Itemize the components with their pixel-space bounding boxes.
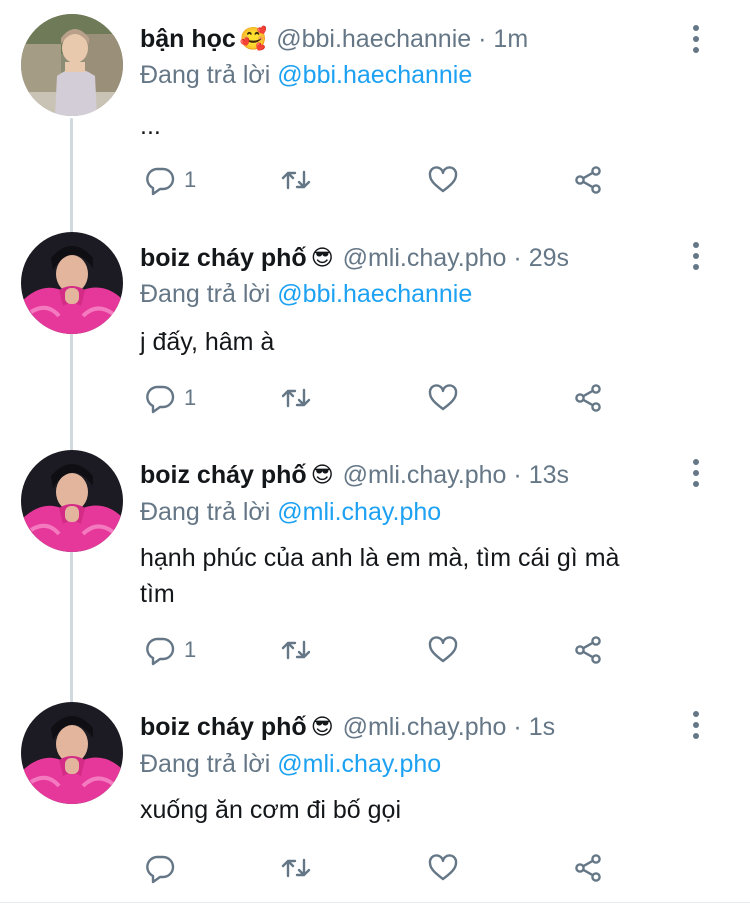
replying-to: Đang trả lời @mli.chay.pho — [140, 746, 441, 782]
share-button[interactable] — [572, 162, 604, 198]
replying-prefix: Đang trả lời — [140, 750, 271, 778]
share-button[interactable] — [572, 380, 604, 416]
reply-count: 1 — [184, 167, 197, 192]
tweet-text: xuống ăn cơm đi bố gọi — [140, 796, 401, 824]
separator: · — [513, 244, 522, 272]
share-button[interactable] — [572, 632, 604, 668]
retweet-icon — [281, 170, 311, 190]
replying-to: Đang trả lời @bbi.haechannie — [140, 57, 472, 93]
mention-link[interactable]: @mli.chay.pho — [277, 750, 441, 778]
reply-icon — [146, 855, 175, 884]
retweet-button[interactable] — [280, 162, 312, 198]
tweet-header: boiz cháy phố 😎 @mli.chay.pho · 1s — [140, 709, 555, 745]
timestamp[interactable]: 13s — [529, 461, 569, 489]
like-button[interactable] — [427, 850, 459, 886]
share-icon — [575, 166, 601, 194]
retweet-icon — [281, 640, 311, 660]
handle[interactable]: @mli.chay.pho — [343, 713, 507, 741]
reply-icon — [146, 167, 175, 196]
tweet-header: boiz cháy phố 😎 @mli.chay.pho · 29s — [140, 240, 569, 276]
share-button[interactable] — [572, 850, 604, 886]
tweet-actions: 1 — [140, 162, 620, 198]
thread-connector-line — [70, 118, 73, 706]
display-name[interactable]: boiz cháy phố — [140, 713, 307, 741]
separator: · — [513, 461, 522, 489]
retweet-icon — [281, 388, 311, 408]
reply-button[interactable]: 1 — [144, 380, 196, 416]
reply-count: 1 — [184, 385, 197, 410]
display-name[interactable]: bận học — [140, 25, 236, 53]
reply-icon — [146, 385, 175, 414]
share-icon — [575, 636, 601, 664]
timestamp[interactable]: 1m — [493, 25, 528, 53]
avatar[interactable] — [21, 232, 123, 334]
mention-link[interactable]: @mli.chay.pho — [277, 498, 441, 526]
like-button[interactable] — [427, 380, 459, 416]
like-button[interactable] — [427, 632, 459, 668]
tweet-actions: 1 — [140, 632, 620, 668]
name-emoji: 😎 — [310, 462, 334, 487]
tweet-text: hạnh phúc của anh là em mà, tìm cái gì m… — [140, 544, 620, 608]
display-name[interactable]: boiz cháy phố — [140, 244, 307, 272]
name-emoji: 🥰 — [239, 26, 268, 51]
more-options-icon[interactable] — [684, 21, 708, 57]
tweet-header: boiz cháy phố 😎 @mli.chay.pho · 13s — [140, 457, 569, 493]
avatar[interactable] — [21, 702, 123, 804]
replying-prefix: Đang trả lời — [140, 61, 271, 89]
retweet-button[interactable] — [280, 850, 312, 886]
tweet-actions — [140, 850, 620, 886]
avatar[interactable] — [21, 14, 123, 116]
reply-icon — [146, 637, 175, 666]
share-icon — [575, 854, 601, 882]
share-icon — [575, 384, 601, 412]
tweet-header: bận học 🥰 @bbi.haechannie · 1m — [140, 21, 528, 57]
more-options-icon[interactable] — [684, 455, 708, 491]
more-options-icon[interactable] — [684, 707, 708, 743]
mention-link[interactable]: @bbi.haechannie — [277, 61, 472, 89]
tweet-actions: 1 — [140, 380, 620, 416]
reply-thread: bận học 🥰 @bbi.haechannie · 1m Đang trả l… — [0, 0, 750, 905]
mention-link[interactable]: @bbi.haechannie — [277, 280, 472, 308]
tweet-text: ... — [140, 112, 161, 140]
handle[interactable]: @bbi.haechannie — [276, 25, 471, 53]
handle[interactable]: @mli.chay.pho — [343, 244, 507, 272]
reply-count: 1 — [184, 637, 197, 662]
replying-to: Đang trả lời @mli.chay.pho — [140, 494, 441, 530]
display-name[interactable]: boiz cháy phố — [140, 461, 307, 489]
heart-icon — [428, 854, 458, 881]
reply-button[interactable]: 1 — [144, 162, 196, 198]
reply-button[interactable] — [144, 850, 184, 886]
reply-button[interactable]: 1 — [144, 632, 196, 668]
timestamp[interactable]: 29s — [529, 244, 569, 272]
heart-icon — [428, 166, 458, 193]
separator: · — [478, 25, 487, 53]
heart-icon — [428, 636, 458, 663]
replying-prefix: Đang trả lời — [140, 498, 271, 526]
replying-prefix: Đang trả lời — [140, 280, 271, 308]
avatar[interactable] — [21, 450, 123, 552]
retweet-button[interactable] — [280, 380, 312, 416]
bottom-divider — [0, 902, 750, 903]
name-emoji: 😎 — [310, 245, 334, 270]
tweet-text: j đấy, hâm à — [140, 328, 275, 356]
heart-icon — [428, 384, 458, 411]
retweet-button[interactable] — [280, 632, 312, 668]
separator: · — [513, 713, 522, 741]
handle[interactable]: @mli.chay.pho — [343, 461, 507, 489]
retweet-icon — [281, 858, 311, 878]
more-options-icon[interactable] — [684, 238, 708, 274]
name-emoji: 😎 — [310, 714, 334, 739]
timestamp[interactable]: 1s — [529, 713, 555, 741]
like-button[interactable] — [427, 162, 459, 198]
replying-to: Đang trả lời @bbi.haechannie — [140, 276, 472, 312]
